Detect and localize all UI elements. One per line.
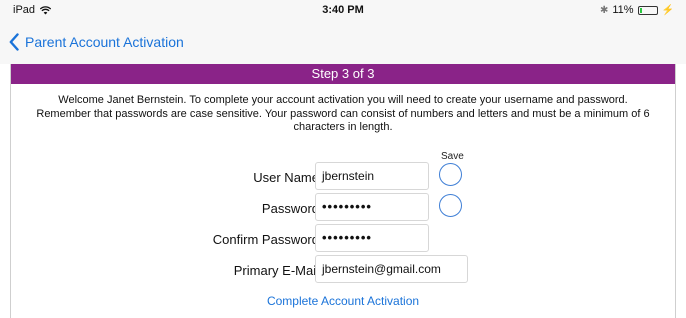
password-label: Password: [261, 201, 319, 216]
welcome-message: Welcome Janet Bernstein. To complete you…: [11, 94, 675, 135]
bluetooth-icon: ✱: [599, 4, 609, 16]
battery-percent: 11%: [612, 4, 634, 16]
save-username-radio[interactable]: [439, 163, 462, 186]
username-field[interactable]: jbernstein: [315, 162, 429, 190]
welcome-line: Remember that passwords are case sensiti…: [36, 107, 650, 120]
email-field[interactable]: jbernstein@gmail.com: [315, 255, 468, 283]
confirm-password-label: Confirm Password: [212, 232, 319, 247]
chevron-left-icon: [9, 33, 19, 51]
username-label: User Name: [253, 170, 319, 185]
back-label: Parent Account Activation: [25, 34, 184, 50]
password-field[interactable]: •••••••••: [315, 193, 429, 221]
status-right: ✱ 11% ⚡: [600, 4, 674, 16]
email-label: Primary E-Mail: [233, 263, 319, 278]
app-window: iPad 3:40 PM ✱ 11% ⚡ Parent Account Acti…: [0, 0, 686, 318]
battery-icon: [637, 5, 658, 15]
status-bar: iPad 3:40 PM ✱ 11% ⚡: [0, 0, 686, 24]
confirm-password-field[interactable]: •••••••••: [315, 224, 429, 252]
complete-activation-button[interactable]: Complete Account Activation: [11, 294, 675, 308]
welcome-line: Welcome Janet Bernstein. To complete you…: [58, 94, 628, 106]
nav-bar: Parent Account Activation: [0, 24, 686, 64]
save-column-label: Save: [441, 151, 464, 162]
welcome-line: characters in length.: [293, 121, 393, 133]
charging-icon: ⚡: [661, 4, 674, 16]
back-button[interactable]: Parent Account Activation: [9, 33, 184, 51]
activation-panel: Step 3 of 3 Welcome Janet Bernstein. To …: [10, 64, 676, 318]
save-password-radio[interactable]: [439, 194, 462, 217]
status-time: 3:40 PM: [322, 4, 364, 16]
step-indicator: Step 3 of 3: [11, 64, 675, 84]
